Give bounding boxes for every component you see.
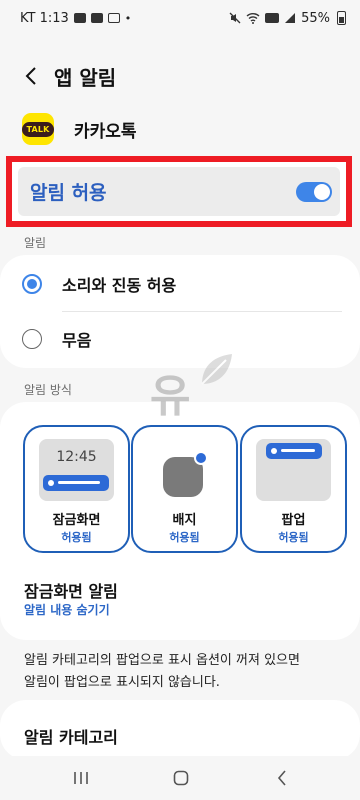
header: 앱 알림 — [0, 58, 360, 94]
badge-dot-icon — [194, 451, 208, 465]
back-icon[interactable] — [18, 63, 44, 89]
home-icon — [173, 770, 189, 786]
preview-time: 12:45 — [56, 449, 97, 465]
popup-preview — [256, 439, 331, 501]
mute-icon — [229, 12, 241, 24]
info-line-2: 알림이 팝업으로 표시되지 않습니다. — [24, 675, 220, 690]
allow-notifications-highlight: 알림 허용 — [6, 156, 352, 227]
watermark-logo: 유 — [130, 350, 232, 450]
back-nav-icon — [277, 770, 286, 786]
lockscreen-alert-subtitle: 알림 내용 숨기기 — [24, 603, 110, 617]
section-label-notifications: 알림 — [24, 236, 47, 250]
lockscreen-preview: 12:45 — [39, 439, 114, 501]
recent-apps-button[interactable] — [61, 764, 101, 792]
notification-category-title[interactable]: 알림 카테고리 — [24, 724, 118, 748]
style-tile-popup[interactable]: 팝업 허용됨 — [240, 425, 347, 553]
battery-percent: 55% — [301, 10, 330, 26]
bar-dot — [271, 448, 277, 454]
tile-name: 잠금화면 — [52, 513, 101, 528]
kakaotalk-app-icon: TALK — [22, 113, 54, 145]
option-sound-vibrate[interactable]: 소리와 진동 허용 — [0, 269, 360, 299]
tile-name: 배지 — [172, 513, 197, 528]
volte-icon — [265, 13, 280, 23]
status-bar: KT 1:13 • 55% — [0, 0, 360, 36]
tile-name: 팝업 — [281, 513, 306, 528]
battery-icon — [337, 11, 346, 25]
allow-notifications-label: 알림 허용 — [30, 182, 107, 204]
tile-status: 허용됨 — [169, 531, 200, 544]
instagram-icon — [107, 13, 120, 23]
divider — [62, 311, 342, 312]
back-button[interactable] — [262, 764, 302, 792]
popup-preview-bar — [266, 443, 322, 459]
app-name: 카카오톡 — [74, 121, 137, 142]
page-title: 앱 알림 — [54, 65, 117, 90]
badge-app-icon — [163, 451, 208, 497]
carrier-time: KT 1:13 — [20, 10, 69, 26]
talk-icon-text: TALK — [22, 121, 54, 137]
bar-dot — [48, 480, 54, 486]
toggle-knob — [314, 183, 330, 200]
lockscreen-alert-title[interactable]: 잠금화면 알림 — [24, 578, 118, 602]
signal-icon — [285, 13, 296, 23]
bar-line — [58, 481, 100, 484]
bar-line — [281, 449, 315, 452]
app-row: TALK 카카오톡 — [22, 113, 137, 145]
tile-status: 허용됨 — [61, 531, 92, 544]
radio-unselected-icon — [22, 329, 42, 349]
status-right: 55% — [229, 11, 346, 26]
wifi-icon — [246, 13, 260, 24]
allow-notifications-toggle[interactable] — [296, 181, 332, 202]
image-icon — [73, 13, 86, 23]
leaf-icon — [201, 354, 232, 385]
youtube-icon — [90, 13, 103, 23]
notification-preview-bar — [43, 475, 109, 491]
home-button[interactable] — [161, 764, 201, 792]
style-tile-lockscreen[interactable]: 12:45 잠금화면 허용됨 — [23, 425, 130, 553]
section-label-styles: 알림 방식 — [24, 383, 72, 397]
radio-selected-icon — [22, 274, 42, 294]
option-label: 무음 — [62, 331, 92, 350]
recent-apps-icon — [74, 772, 88, 784]
info-line-1: 알림 카테고리의 팝업으로 표시 옵션이 꺼져 있으면 — [24, 653, 300, 668]
info-text: 알림 카테고리의 팝업으로 표시 옵션이 꺼져 있으면 알림이 팝업으로 표시되… — [24, 650, 344, 694]
tile-status: 허용됨 — [278, 531, 309, 544]
status-left: KT 1:13 • — [20, 11, 131, 26]
notification-dot: • — [124, 11, 132, 25]
allow-notifications-row[interactable]: 알림 허용 — [18, 167, 340, 216]
option-label: 소리와 진동 허용 — [62, 276, 177, 295]
watermark-text: 유 — [150, 371, 191, 422]
navigation-bar — [0, 756, 360, 800]
